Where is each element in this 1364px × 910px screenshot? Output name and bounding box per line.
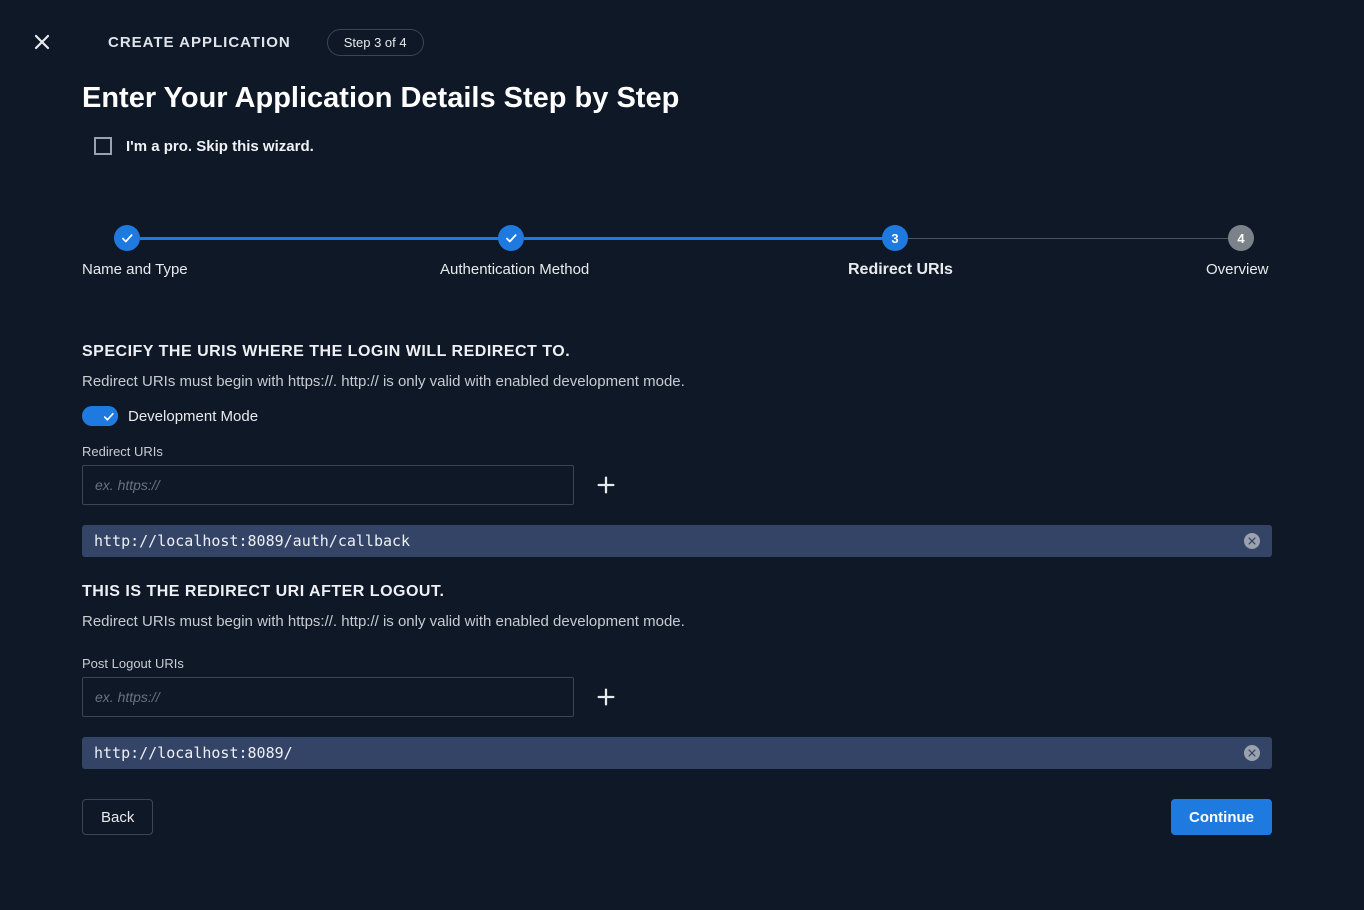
redirect-uri-chip: http://localhost:8089/auth/callback	[82, 525, 1272, 557]
step-3-number: 3	[891, 231, 898, 246]
step-4-number: 4	[1237, 231, 1244, 246]
remove-post-logout-uri-button[interactable]	[1244, 745, 1260, 761]
logout-section-desc: Redirect URIs must begin with https://. …	[82, 613, 1282, 630]
development-mode-toggle[interactable]	[82, 406, 118, 426]
post-logout-uri-chip-text: http://localhost:8089/	[94, 744, 293, 762]
step-label-1: Name and Type	[82, 261, 188, 278]
page-breadcrumb-title: CREATE APPLICATION	[108, 34, 291, 51]
continue-button[interactable]: Continue	[1171, 799, 1272, 835]
logout-field-label: Post Logout URIs	[82, 656, 1282, 671]
step-indicator-pill: Step 3 of 4	[327, 29, 424, 56]
skip-wizard-checkbox[interactable]	[94, 137, 112, 155]
add-redirect-uri-button[interactable]	[592, 471, 620, 499]
post-logout-uri-chip: http://localhost:8089/	[82, 737, 1272, 769]
step-node-4: 4	[1228, 225, 1254, 251]
step-node-3[interactable]: 3	[882, 225, 908, 251]
check-icon	[98, 406, 118, 426]
redirect-section-desc: Redirect URIs must begin with https://. …	[82, 373, 1282, 390]
step-label-3: Redirect URIs	[848, 261, 953, 279]
close-icon[interactable]	[28, 28, 56, 56]
progress-stepper: Name and Type Authentication Method 3 Re…	[82, 225, 1282, 295]
step-node-2[interactable]	[498, 225, 524, 251]
logout-section-title: THIS IS THE REDIRECT URI AFTER LOGOUT.	[82, 583, 1282, 601]
development-mode-label: Development Mode	[128, 408, 258, 425]
remove-redirect-uri-button[interactable]	[1244, 533, 1260, 549]
post-logout-uri-input[interactable]	[82, 677, 574, 717]
skip-wizard-label: I'm a pro. Skip this wizard.	[126, 138, 314, 155]
redirect-field-label: Redirect URIs	[82, 444, 1282, 459]
back-button[interactable]: Back	[82, 799, 153, 835]
redirect-uri-input[interactable]	[82, 465, 574, 505]
step-node-1[interactable]	[114, 225, 140, 251]
step-label-2: Authentication Method	[440, 261, 589, 278]
step-label-4: Overview	[1206, 261, 1269, 278]
redirect-uri-chip-text: http://localhost:8089/auth/callback	[94, 532, 410, 550]
page-title: Enter Your Application Details Step by S…	[82, 82, 1282, 115]
redirect-section-title: SPECIFY THE URIS WHERE THE LOGIN WILL RE…	[82, 343, 1282, 361]
add-post-logout-uri-button[interactable]	[592, 683, 620, 711]
